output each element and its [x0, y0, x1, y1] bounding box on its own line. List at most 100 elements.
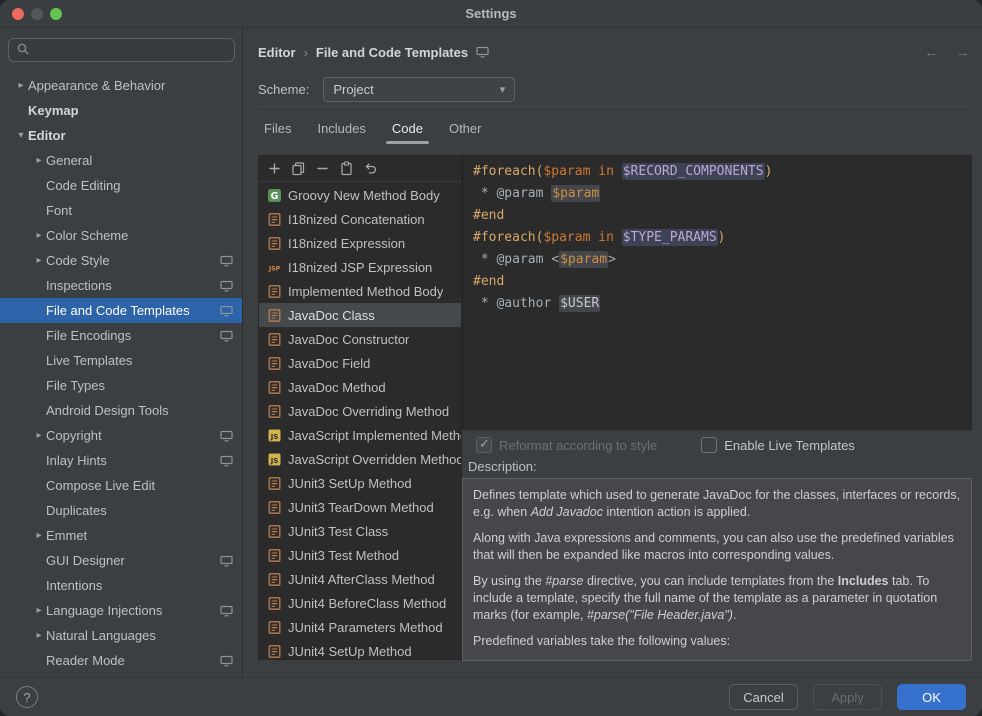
sidebar-item-android-design-tools[interactable]: Android Design Tools [0, 398, 242, 423]
sidebar-item-label: File Encodings [46, 328, 131, 343]
template-item-javadoc-field[interactable]: JavaDoc Field [259, 351, 461, 375]
sidebar-item-code-style[interactable]: ▸Code Style [0, 248, 242, 273]
svg-text:JS: JS [270, 432, 279, 440]
help-button[interactable]: ? [16, 686, 38, 708]
scheme-select[interactable]: Project ▾ [323, 77, 515, 102]
copy-icon[interactable] [286, 158, 310, 180]
history-nav: ← → [924, 44, 970, 61]
chevron-right-icon[interactable]: ▸ [32, 430, 46, 441]
breadcrumb-current: File and Code Templates [316, 45, 468, 60]
chevron-right-icon[interactable]: ▸ [32, 530, 46, 541]
live-templates-checkbox[interactable] [701, 437, 717, 453]
sidebar-item-inlay-hints[interactable]: Inlay Hints [0, 448, 242, 473]
tab-includes[interactable]: Includes [307, 116, 375, 144]
ok-button[interactable]: OK [897, 684, 966, 710]
remove-icon[interactable] [310, 158, 334, 180]
sidebar-item-label: Duplicates [46, 503, 107, 518]
search-input[interactable] [8, 38, 235, 62]
sidebar-item-label: Natural Languages [46, 628, 156, 643]
template-item-i18nized-concatenation[interactable]: I18nized Concatenation [259, 207, 461, 231]
sidebar-item-code-editing[interactable]: Code Editing [0, 173, 242, 198]
tab-code[interactable]: Code [382, 116, 433, 144]
template-item-i18nized-expression[interactable]: I18nized Expression [259, 231, 461, 255]
sidebar-item-color-scheme[interactable]: ▸Color Scheme [0, 223, 242, 248]
monitor-icon [220, 555, 233, 567]
chevron-right-icon[interactable]: ▸ [32, 230, 46, 241]
sidebar-item-compose-live-edit[interactable]: Compose Live Edit [0, 473, 242, 498]
chevron-right-icon[interactable]: ▸ [32, 155, 46, 166]
template-item-label: JavaDoc Overriding Method [288, 404, 449, 419]
apply-button[interactable]: Apply [813, 684, 882, 710]
sidebar-item-font[interactable]: Font [0, 198, 242, 223]
sidebar-item-editor[interactable]: ▾Editor [0, 123, 242, 148]
template-item-javascript-implemented-method[interactable]: JSJavaScript Implemented Method [259, 423, 461, 447]
sidebar-item-intentions[interactable]: Intentions [0, 573, 242, 598]
scheme-label: Scheme: [258, 82, 309, 97]
reformat-checkbox[interactable] [476, 437, 492, 453]
template-item-javascript-overridden-method[interactable]: JSJavaScript Overridden Method [259, 447, 461, 471]
reset-icon[interactable] [358, 158, 382, 180]
sidebar-item-duplicates[interactable]: Duplicates [0, 498, 242, 523]
sidebar-item-live-templates[interactable]: Live Templates [0, 348, 242, 373]
tpl-icon [267, 596, 282, 611]
template-list: GGroovy New Method BodyI18nized Concaten… [259, 183, 461, 659]
chevron-right-icon[interactable]: ▸ [32, 605, 46, 616]
sidebar-item-emmet[interactable]: ▸Emmet [0, 523, 242, 548]
template-item-label: JUnit4 BeforeClass Method [288, 596, 446, 611]
monitor-icon [476, 46, 489, 58]
sidebar-item-label: Font [46, 203, 72, 218]
forward-icon[interactable]: → [955, 44, 970, 61]
sidebar-item-language-injections[interactable]: ▸Language Injections [0, 598, 242, 623]
add-icon[interactable] [262, 158, 286, 180]
chevron-right-icon[interactable]: ▸ [14, 80, 28, 91]
sidebar-item-file-encodings[interactable]: File Encodings [0, 323, 242, 348]
template-item-label: JUnit4 Parameters Method [288, 620, 443, 635]
sidebar-item-gui-designer[interactable]: GUI Designer [0, 548, 242, 573]
reformat-label: Reformat according to style [499, 438, 657, 453]
sidebar-item-keymap[interactable]: Keymap [0, 98, 242, 123]
sidebar-item-reader-mode[interactable]: Reader Mode [0, 648, 242, 673]
scheme-row: Scheme: Project ▾ [258, 77, 515, 102]
template-item-junit4-afterclass-method[interactable]: JUnit4 AfterClass Method [259, 567, 461, 591]
sidebar-item-label: Appearance & Behavior [28, 78, 165, 93]
template-item-javadoc-overriding-method[interactable]: JavaDoc Overriding Method [259, 399, 461, 423]
template-item-junit3-teardown-method[interactable]: JUnit3 TearDown Method [259, 495, 461, 519]
sidebar-item-copyright[interactable]: ▸Copyright [0, 423, 242, 448]
template-item-groovy-new-method-body[interactable]: GGroovy New Method Body [259, 183, 461, 207]
sidebar-item-label: Editor [28, 128, 66, 143]
template-item-junit3-test-class[interactable]: JUnit3 Test Class [259, 519, 461, 543]
template-item-i18nized-jsp-expression[interactable]: JSPI18nized JSP Expression [259, 255, 461, 279]
sidebar-item-label: Code Editing [46, 178, 120, 193]
sidebar-item-general[interactable]: ▸General [0, 148, 242, 173]
template-item-junit3-test-method[interactable]: JUnit3 Test Method [259, 543, 461, 567]
template-item-junit4-setup-method[interactable]: JUnit4 SetUp Method [259, 639, 461, 659]
back-icon[interactable]: ← [924, 44, 939, 61]
monitor-icon [220, 430, 233, 442]
template-item-javadoc-constructor[interactable]: JavaDoc Constructor [259, 327, 461, 351]
tpl-icon [267, 548, 282, 563]
sidebar-item-file-and-code-templates[interactable]: File and Code Templates [0, 298, 242, 323]
template-item-implemented-method-body[interactable]: Implemented Method Body [259, 279, 461, 303]
template-item-javadoc-class[interactable]: JavaDoc Class [259, 303, 461, 327]
sidebar-item-inspections[interactable]: Inspections [0, 273, 242, 298]
chevron-right-icon[interactable]: ▸ [32, 255, 46, 266]
sidebar-item-file-types[interactable]: File Types [0, 373, 242, 398]
sidebar-item-appearance-behavior[interactable]: ▸Appearance & Behavior [0, 73, 242, 98]
template-item-junit3-setup-method[interactable]: JUnit3 SetUp Method [259, 471, 461, 495]
cancel-button[interactable]: Cancel [729, 684, 798, 710]
main-panel: Editor › File and Code Templates ← → Sch… [244, 28, 982, 677]
template-editor[interactable]: #foreach($param in $RECORD_COMPONENTS) *… [462, 155, 972, 430]
template-list-toolbar [259, 156, 461, 182]
paste-icon[interactable] [334, 158, 358, 180]
template-item-label: JUnit4 SetUp Method [288, 644, 412, 659]
breadcrumb-separator-icon: › [304, 45, 308, 60]
template-item-junit4-beforeclass-method[interactable]: JUnit4 BeforeClass Method [259, 591, 461, 615]
sidebar-item-natural-languages[interactable]: ▸Natural Languages [0, 623, 242, 648]
template-item-javadoc-method[interactable]: JavaDoc Method [259, 375, 461, 399]
chevron-right-icon[interactable]: ▸ [32, 630, 46, 641]
breadcrumb-editor[interactable]: Editor [258, 45, 296, 60]
template-item-junit4-parameters-method[interactable]: JUnit4 Parameters Method [259, 615, 461, 639]
chevron-down-icon[interactable]: ▾ [14, 130, 28, 141]
tab-files[interactable]: Files [254, 116, 301, 144]
tab-other[interactable]: Other [439, 116, 492, 144]
